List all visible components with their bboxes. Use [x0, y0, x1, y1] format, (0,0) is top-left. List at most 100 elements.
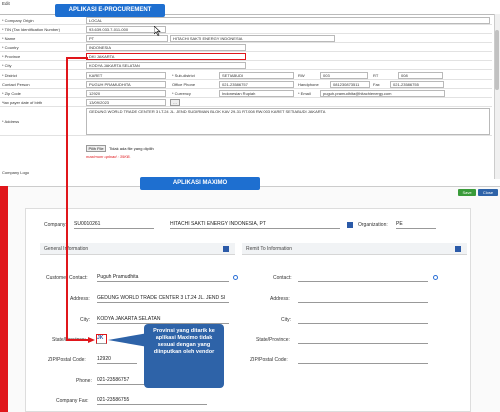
remit-zip-label: ZIP/Postal Code: [250, 357, 288, 363]
zip-input[interactable]: 12920 [86, 90, 166, 97]
tax-date-input[interactable]: 13/09/2023 [86, 99, 166, 106]
remit-info-header: Remit To Information [242, 243, 467, 255]
remit-address-input[interactable] [298, 295, 428, 303]
connector-line-top [66, 57, 88, 59]
remit-info-icon[interactable] [455, 246, 461, 252]
country-label: * Country [2, 45, 19, 50]
zip-input[interactable]: 12920 [97, 356, 137, 364]
company-label: Company: [44, 222, 67, 228]
save-button[interactable]: Save [458, 189, 476, 196]
district-label: * District [2, 73, 17, 78]
connector-line-vertical [66, 57, 68, 340]
callout-pointer-icon [108, 333, 148, 347]
company-name[interactable]: HITACHI SAKTI ENERGY INDONESIA, PT [170, 221, 340, 229]
contact-person-label: Contact Person [2, 82, 30, 87]
fax-label: Company Fax: [56, 398, 89, 404]
remit-search-icon[interactable] [433, 275, 438, 280]
district-input[interactable]: KARET [86, 72, 166, 79]
address-input[interactable]: GEDUNG WORLD TRADE CENTER 3 LT.24 JL. JE… [97, 295, 229, 303]
rw-label: RW [298, 73, 305, 78]
maximo-banner: APLIKASI MAXIMO [140, 177, 260, 190]
fax-label: Fax [373, 82, 380, 87]
form-scrollbar-thumb[interactable] [495, 30, 499, 90]
remit-city-input[interactable] [298, 316, 428, 324]
row-contact: Contact Person PUGUH PRAMUDHITA Office P… [0, 81, 492, 89]
office-phone-input[interactable]: 021-23586757 [219, 81, 294, 88]
file-status: Tidak ada file yang dipilih [109, 146, 154, 151]
zip-label: ZIP/Postal Code: [48, 357, 86, 363]
tax-date-label: *tax payer date of birth [2, 100, 43, 105]
callout-box: Provinsi yang ditarik ke aplikasi Maximo… [144, 324, 224, 388]
organization-label: Organization: [358, 222, 388, 228]
currency-select[interactable]: Indonesian Rupiah [219, 90, 294, 97]
row-country: * Country INDONESIA [0, 44, 492, 52]
province-select[interactable]: DKI JAKARTA [86, 53, 246, 60]
contact-person-input[interactable]: PUGUH PRAMUDHITA [86, 81, 166, 88]
row-tax-date: *tax payer date of birth 13/09/2023 … [0, 99, 492, 107]
state-input[interactable]: JK [96, 334, 107, 344]
row-tin: * TIN (Tax Identification Number) 93.639… [0, 26, 492, 34]
address-label: * Address [2, 119, 20, 124]
row-name: * Name PT HITACHI SAKTI ENERGY INDONESIA [0, 35, 492, 43]
name-prefix-select[interactable]: PT [86, 35, 168, 42]
city-label: City: [80, 317, 90, 323]
remit-state-input[interactable] [298, 336, 428, 344]
row-address: * Address GEDUNG WORLD TRADE CENTER 3 LT… [0, 108, 492, 136]
subdistrict-input[interactable]: SETIABUDI [219, 72, 294, 79]
company-detail-icon[interactable] [347, 222, 353, 228]
tin-label: * TIN (Tax Identification Number) [2, 27, 60, 32]
rt-input[interactable]: 008 [398, 72, 443, 79]
row-city: * City KODYA JAKARTA SELATAN [0, 62, 492, 70]
currency-label: * Currency [172, 91, 191, 96]
city-select[interactable]: KODYA JAKARTA SELATAN [86, 62, 246, 69]
email-label: * Email [298, 91, 311, 96]
customer-contact-input[interactable]: Puguh Pramudhita [97, 274, 229, 282]
rt-label: RT [373, 73, 379, 78]
country-select[interactable]: INDONESIA [86, 44, 246, 51]
city-input[interactable]: KODYA JAKARTA SELATAN [97, 316, 229, 324]
search-icon[interactable] [233, 275, 238, 280]
edit-label: Edit [2, 1, 10, 6]
address-textarea[interactable]: GEDUNG WORLD TRADE CENTER 3 LT.24 JL. JE… [86, 108, 490, 135]
general-info-icon[interactable] [223, 246, 229, 252]
remit-city-label: City: [281, 317, 291, 323]
company-code[interactable]: SU0010261 [74, 221, 154, 229]
row-district: * District KARET * Sub-district SETIABUD… [0, 72, 492, 80]
remit-info-title: Remit To Information [246, 246, 293, 252]
name-input[interactable]: HITACHI SAKTI ENERGY INDONESIA [170, 35, 335, 42]
name-label: * Name [2, 36, 16, 41]
close-button[interactable]: Close [478, 189, 498, 196]
address-label: Address: [70, 296, 90, 302]
phone-label: Phone: [76, 378, 92, 384]
subdistrict-label: * Sub-district [172, 73, 195, 78]
handphone-input[interactable]: 081230873511 [330, 81, 370, 88]
handphone-label: Handphone [298, 82, 319, 87]
fax-input[interactable]: 021-23586755 [390, 81, 444, 88]
file-upload: Pilih File Tidak ada file yang dipilih m… [86, 145, 286, 165]
email-input[interactable]: puguh.pramudhita@hitachienergy.com [320, 90, 445, 97]
zip-label: * Zip Code [2, 91, 21, 96]
red-frame-edge [0, 186, 8, 412]
remit-state-label: State/Province: [256, 337, 290, 343]
remit-contact-input[interactable] [298, 274, 428, 282]
remit-address-label: Address: [270, 296, 290, 302]
remit-zip-input[interactable] [298, 356, 428, 364]
rw-input[interactable]: 003 [320, 72, 368, 79]
choose-file-button[interactable]: Pilih File [86, 145, 106, 152]
eproc-banner: APLIKASI E-PROCUREMENT [55, 4, 165, 17]
city-label: * City [2, 63, 12, 68]
arrow-right-icon [88, 337, 95, 343]
row-company-origin: * Company Origin LOCAL [0, 17, 492, 25]
vendor-form: * Company Origin LOCAL * TIN (Tax Identi… [0, 14, 498, 179]
fax-input[interactable]: 021-23586755 [97, 397, 207, 405]
mouse-cursor-icon [154, 26, 161, 36]
remit-contact-label: Contact: [273, 275, 292, 281]
upload-note: maximum upload : 35KB. [86, 154, 131, 159]
company-origin-select[interactable]: LOCAL [86, 17, 490, 24]
calendar-button[interactable]: … [170, 99, 180, 106]
maximo-card [25, 208, 471, 412]
row-zip: * Zip Code 12920 * Currency Indonesian R… [0, 90, 492, 98]
organization-value[interactable]: PE [396, 221, 436, 229]
office-phone-label: Office Phone [172, 82, 196, 87]
general-info-header: General Information [40, 243, 235, 255]
